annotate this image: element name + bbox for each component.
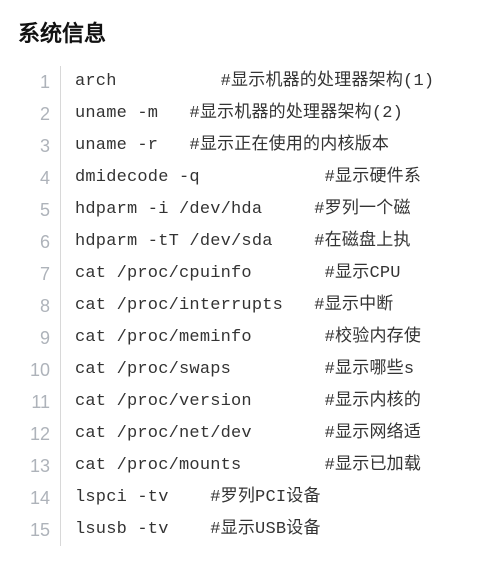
code-comment: #显示硬件系 bbox=[325, 168, 421, 187]
code-pad bbox=[262, 200, 314, 219]
code-cmd: cat /proc/version bbox=[75, 392, 252, 411]
code-cmd: cat /proc/net/dev bbox=[75, 424, 252, 443]
line-number: 12 bbox=[16, 418, 50, 450]
code-pad bbox=[158, 136, 189, 155]
code-line: dmidecode -q #显示硬件系 bbox=[75, 162, 484, 194]
code-comment: #显示CPU bbox=[325, 264, 411, 283]
code-cmd: hdparm -tT /dev/sda bbox=[75, 232, 273, 251]
code-pad bbox=[273, 232, 315, 251]
code-line: uname -m #显示机器的处理器架构(2) bbox=[75, 98, 484, 130]
code-block: 1 2 3 4 5 6 7 8 9 10 11 12 13 14 15 arch… bbox=[16, 66, 484, 546]
code-pad bbox=[158, 104, 189, 123]
code-comment: #罗列PCI设备 bbox=[210, 488, 320, 507]
line-number: 1 bbox=[16, 66, 50, 98]
code-cmd: uname -m bbox=[75, 104, 158, 123]
code-comment: #罗列一个磁 bbox=[314, 200, 410, 219]
code-line: hdparm -i /dev/hda #罗列一个磁 bbox=[75, 194, 484, 226]
code-comment: #校验内存使 bbox=[325, 328, 421, 347]
code-col: arch #显示机器的处理器架构(1) uname -m #显示机器的处理器架构… bbox=[61, 66, 484, 546]
section-title: 系统信息 bbox=[18, 16, 484, 48]
code-line: cat /proc/version #显示内核的 bbox=[75, 386, 484, 418]
code-cmd: lsusb -tv bbox=[75, 520, 169, 539]
code-pad bbox=[241, 456, 324, 475]
code-pad bbox=[231, 360, 325, 379]
code-cmd: cat /proc/swaps bbox=[75, 360, 231, 379]
line-number: 3 bbox=[16, 130, 50, 162]
code-cmd: hdparm -i /dev/hda bbox=[75, 200, 262, 219]
code-comment: #显示内核的 bbox=[325, 392, 421, 411]
code-pad bbox=[169, 488, 211, 507]
line-number: 5 bbox=[16, 194, 50, 226]
code-cmd: dmidecode -q bbox=[75, 168, 200, 187]
code-comment: #显示USB设备 bbox=[210, 520, 320, 539]
code-line: cat /proc/cpuinfo #显示CPU bbox=[75, 258, 484, 290]
code-line: cat /proc/swaps #显示哪些s bbox=[75, 354, 484, 386]
code-line: hdparm -tT /dev/sda #在磁盘上执 bbox=[75, 226, 484, 258]
code-pad bbox=[252, 328, 325, 347]
code-cmd: uname -r bbox=[75, 136, 158, 155]
code-line: lsusb -tv #显示USB设备 bbox=[75, 514, 484, 546]
code-line: lspci -tv #罗列PCI设备 bbox=[75, 482, 484, 514]
line-number: 11 bbox=[16, 386, 50, 418]
code-comment: #在磁盘上执 bbox=[314, 232, 410, 251]
code-pad bbox=[283, 296, 314, 315]
code-comment: #显示正在使用的内核版本 bbox=[189, 136, 389, 155]
code-pad bbox=[252, 264, 325, 283]
code-line: cat /proc/net/dev #显示网络适 bbox=[75, 418, 484, 450]
line-number: 14 bbox=[16, 482, 50, 514]
line-number: 13 bbox=[16, 450, 50, 482]
line-number: 10 bbox=[16, 354, 50, 386]
gutter-col: 1 2 3 4 5 6 7 8 9 10 11 12 13 14 15 bbox=[16, 66, 60, 546]
line-number: 2 bbox=[16, 98, 50, 130]
code-line: cat /proc/interrupts #显示中断 bbox=[75, 290, 484, 322]
line-number: 15 bbox=[16, 514, 50, 546]
code-pad bbox=[200, 168, 325, 187]
code-line: cat /proc/mounts #显示已加载 bbox=[75, 450, 484, 482]
code-cmd: cat /proc/interrupts bbox=[75, 296, 283, 315]
line-number: 9 bbox=[16, 322, 50, 354]
line-number: 7 bbox=[16, 258, 50, 290]
code-pad bbox=[252, 424, 325, 443]
code-pad bbox=[252, 392, 325, 411]
code-comment: #显示中断 bbox=[314, 296, 393, 315]
code-cmd: cat /proc/mounts bbox=[75, 456, 241, 475]
line-number: 8 bbox=[16, 290, 50, 322]
code-line: uname -r #显示正在使用的内核版本 bbox=[75, 130, 484, 162]
code-line: arch #显示机器的处理器架构(1) bbox=[75, 66, 484, 98]
code-pad bbox=[117, 72, 221, 91]
code-pad bbox=[169, 520, 211, 539]
code-cmd: lspci -tv bbox=[75, 488, 169, 507]
code-cmd: arch bbox=[75, 72, 117, 91]
code-comment: #显示已加载 bbox=[325, 456, 421, 475]
code-comment: #显示网络适 bbox=[325, 424, 421, 443]
code-cmd: cat /proc/meminfo bbox=[75, 328, 252, 347]
code-cmd: cat /proc/cpuinfo bbox=[75, 264, 252, 283]
code-comment: #显示机器的处理器架构(1) bbox=[221, 72, 435, 91]
code-comment: #显示机器的处理器架构(2) bbox=[189, 104, 403, 123]
code-comment: #显示哪些s bbox=[325, 360, 415, 379]
code-line: cat /proc/meminfo #校验内存使 bbox=[75, 322, 484, 354]
line-number: 4 bbox=[16, 162, 50, 194]
line-number: 6 bbox=[16, 226, 50, 258]
